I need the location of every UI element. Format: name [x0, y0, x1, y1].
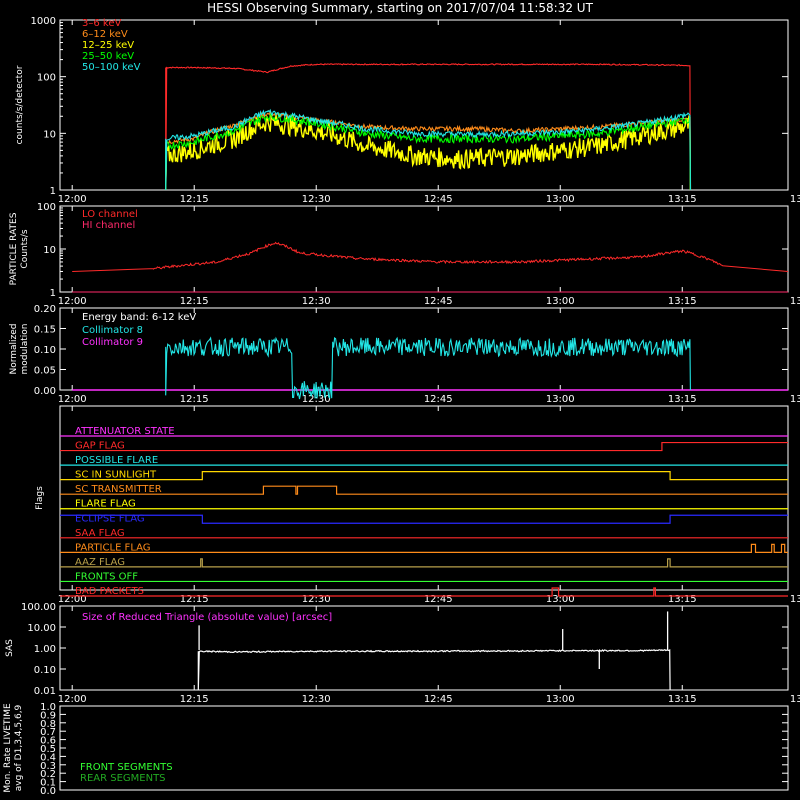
time-tick-label: 13:15	[668, 194, 697, 205]
flag-label-AAZ FLAG: AAZ FLAG	[75, 557, 125, 568]
energy-band-annotation: Energy band: 6-12 keV	[82, 312, 196, 323]
legend-sas: Size of Reduced Triangle (absolute value…	[82, 612, 332, 623]
hessi-summary-figure: HESSI Observing Summary, starting on 201…	[0, 0, 800, 800]
y-tick-label: 10	[43, 245, 56, 256]
legend-FRONT SEGMENTS: FRONT SEGMENTS	[80, 762, 173, 773]
y-tick-label: 0.05	[34, 366, 56, 377]
time-tick-label: 12:00	[58, 394, 87, 405]
y-tick-label: 0.15	[34, 325, 56, 336]
y-axis-label: avg of D1,3,4,5,6,9	[14, 704, 24, 791]
time-tick-label: 12:15	[180, 394, 209, 405]
legend-HI channel: HI channel	[82, 220, 135, 231]
time-tick-label: 12:45	[424, 296, 453, 307]
y-tick-label: 0.01	[34, 686, 56, 697]
y-tick-label: 1000	[31, 16, 56, 27]
time-tick-label: 12:00	[58, 694, 87, 705]
time-tick-label: 13:30	[790, 694, 800, 705]
y-tick-label: 1	[50, 288, 56, 299]
figure-title: HESSI Observing Summary, starting on 201…	[207, 1, 593, 15]
time-tick-label: 13:00	[546, 394, 575, 405]
time-tick-label: 13:30	[790, 394, 800, 405]
time-tick-label: 12:30	[302, 296, 331, 307]
legend-Collimator 8: Collimator 8	[82, 325, 143, 336]
time-tick-label: 13:15	[668, 694, 697, 705]
time-tick-label: 12:30	[302, 394, 331, 405]
time-tick-label: 13:00	[546, 296, 575, 307]
time-tick-label: 12:00	[58, 194, 87, 205]
time-tick-label: 13:30	[790, 594, 800, 605]
y-axis-label: Counts/s	[20, 229, 30, 268]
time-tick-label: 13:30	[790, 194, 800, 205]
flag-label-SAA FLAG: SAA FLAG	[75, 528, 125, 539]
flag-label-POSSIBLE FLARE: POSSIBLE FLARE	[75, 455, 158, 466]
y-tick-label: 100	[37, 202, 56, 213]
time-tick-label: 12:30	[302, 694, 331, 705]
y-tick-label: 100.00	[21, 602, 56, 613]
y-axis-label: modulation	[20, 324, 30, 375]
flag-label-SC TRANSMITTER: SC TRANSMITTER	[75, 484, 162, 495]
time-tick-label: 12:15	[180, 296, 209, 307]
y-tick-label: 0.20	[34, 304, 56, 315]
legend-3–6 keV: 3–6 keV	[82, 18, 121, 29]
y-tick-label: 0.0	[40, 786, 56, 797]
legend-LO channel: LO channel	[82, 209, 138, 220]
y-tick-label: 100	[37, 73, 56, 84]
time-tick-label: 13:30	[790, 296, 800, 307]
flag-label-FRONTS OFF: FRONTS OFF	[75, 571, 138, 582]
time-tick-label: 12:15	[180, 694, 209, 705]
time-tick-label: 13:00	[546, 694, 575, 705]
y-tick-label: 10.00	[27, 623, 56, 634]
time-tick-label: 13:15	[668, 296, 697, 307]
y-axis-label: Normalized	[9, 323, 19, 374]
y-axis-label: counts/s/detector	[15, 65, 25, 144]
y-axis-label: PARTICLE RATES	[9, 212, 19, 285]
legend-6–12 keV: 6–12 keV	[82, 29, 128, 40]
y-tick-label: 10	[43, 129, 56, 140]
flag-label-PARTICLE FLAG: PARTICLE FLAG	[75, 542, 151, 553]
flag-label-GAP FLAG: GAP FLAG	[75, 441, 125, 452]
y-tick-label: 1.00	[34, 644, 56, 655]
y-tick-label: 0.10	[34, 345, 56, 356]
legend-Collimator 9: Collimator 9	[82, 337, 143, 348]
time-tick-label: 12:15	[180, 194, 209, 205]
time-tick-label: 12:45	[424, 194, 453, 205]
time-tick-label: 12:45	[424, 694, 453, 705]
y-tick-label: 0.00	[34, 386, 56, 397]
y-tick-label: 1	[50, 186, 56, 197]
time-tick-label: 12:45	[424, 394, 453, 405]
legend-12–25 keV: 12–25 keV	[82, 40, 134, 51]
flag-label-BAD PACKETS: BAD PACKETS	[75, 586, 144, 597]
time-tick-label: 13:15	[668, 394, 697, 405]
y-axis-label: Flags	[35, 486, 45, 510]
legend-50–100 keV: 50–100 keV	[82, 62, 141, 73]
y-tick-label: 0.10	[34, 665, 56, 676]
time-tick-label: 12:30	[302, 194, 331, 205]
y-axis-label: Mon. Rate LIVETIME	[3, 703, 13, 793]
flag-label-ATTENUATOR STATE: ATTENUATOR STATE	[75, 426, 175, 437]
y-axis-label: SAS	[5, 639, 15, 657]
legend-REAR SEGMENTS: REAR SEGMENTS	[80, 773, 166, 784]
time-tick-label: 12:00	[58, 296, 87, 307]
flag-label-FLARE FLAG: FLARE FLAG	[75, 499, 136, 510]
time-tick-label: 13:00	[546, 194, 575, 205]
legend-25–50 keV: 25–50 keV	[82, 51, 134, 62]
flag-label-SC IN SUNLIGHT: SC IN SUNLIGHT	[75, 470, 157, 481]
